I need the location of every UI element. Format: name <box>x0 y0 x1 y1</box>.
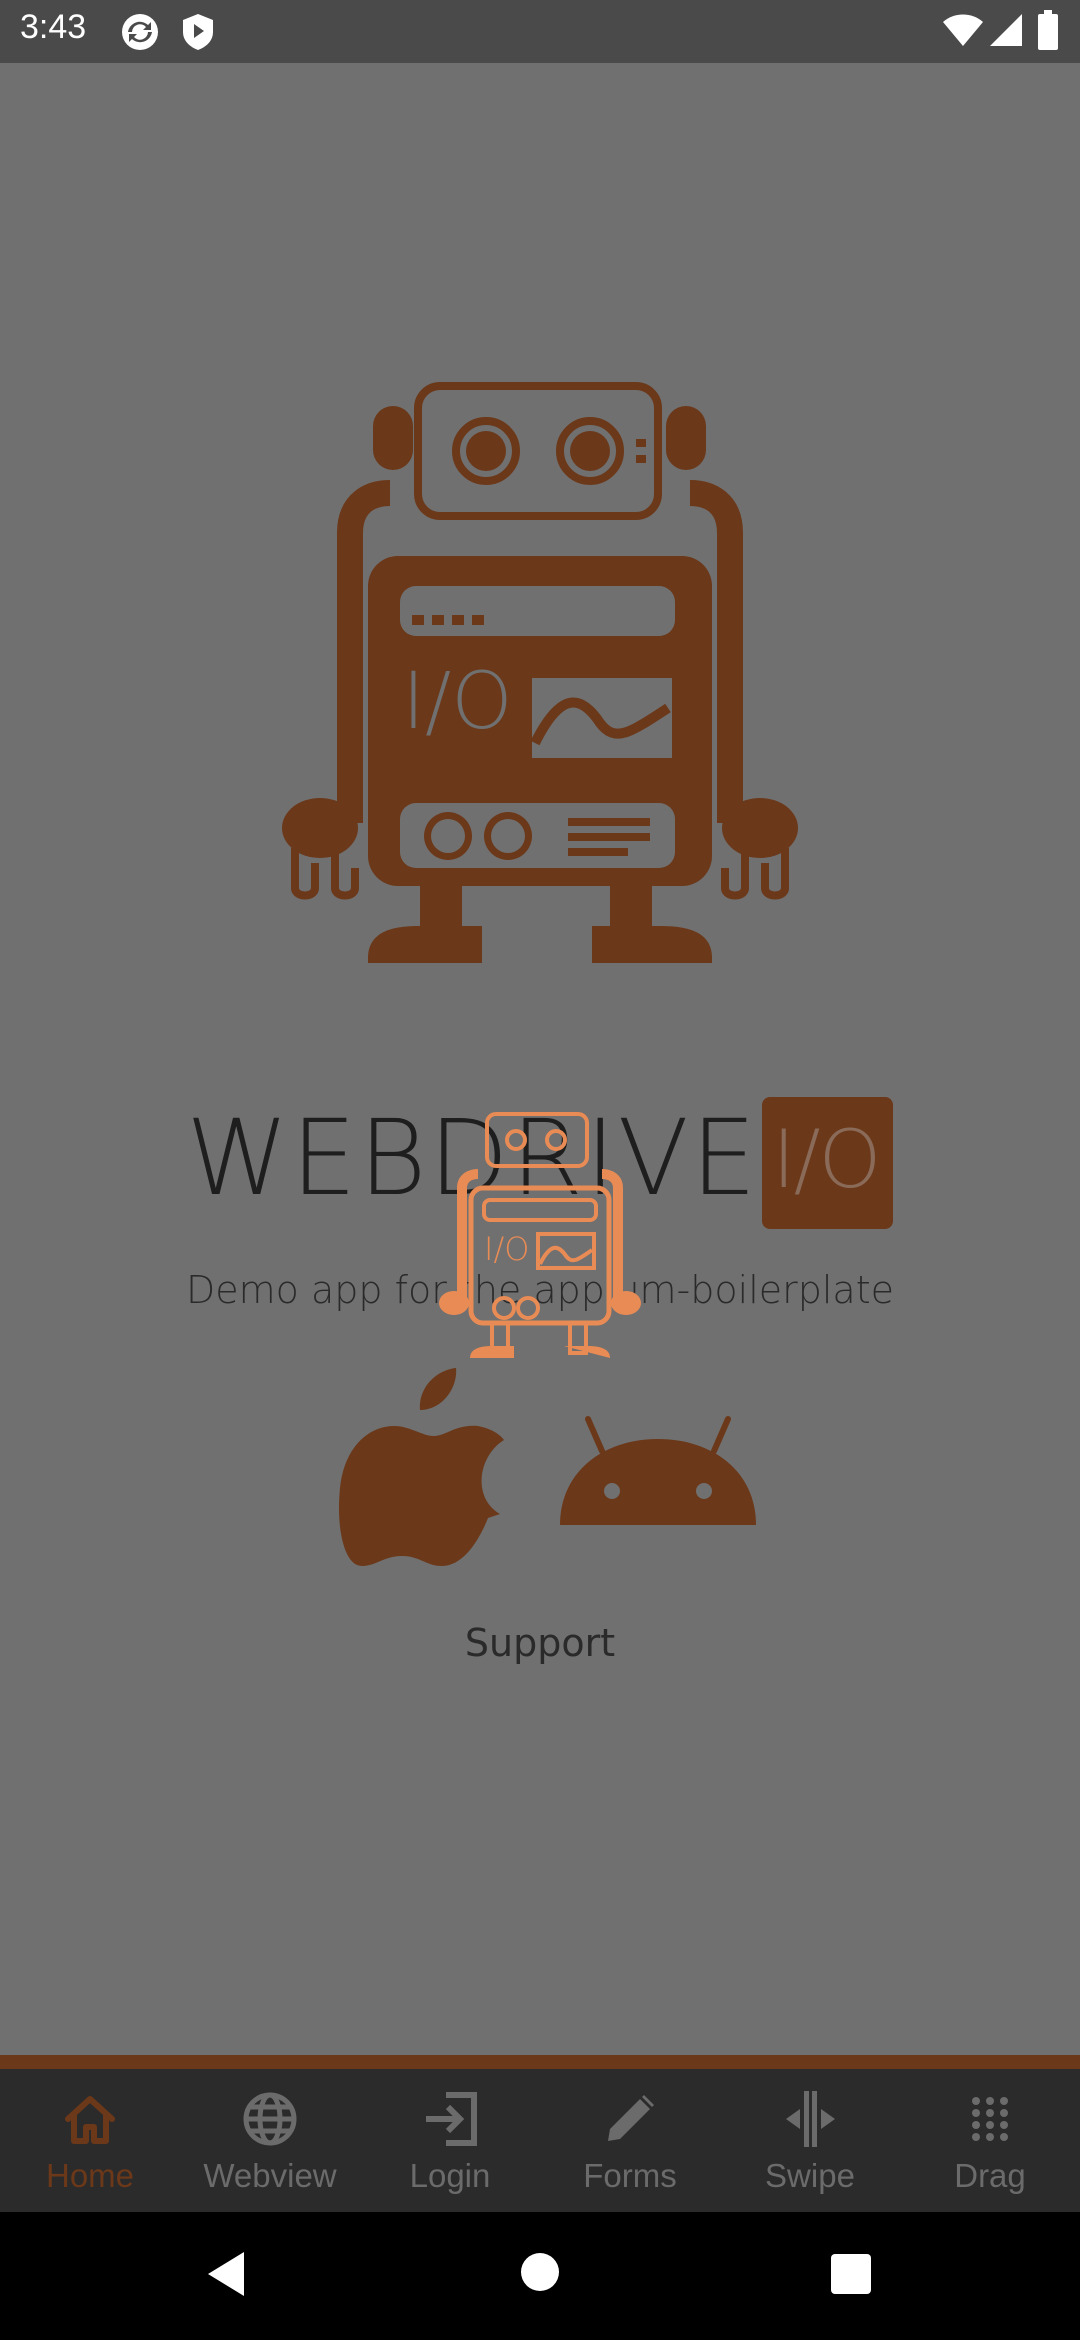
tab-label: Home <box>45 2157 135 2194</box>
recents-icon[interactable] <box>831 2254 871 2298</box>
sync-icon <box>120 12 160 56</box>
status-bar: 3:43 <box>0 0 1080 63</box>
shield-icon <box>180 12 216 56</box>
globe-icon <box>242 2087 298 2151</box>
home-screen: I/O WEBDRIVER I/O Demo app for the appiu… <box>0 63 1080 2055</box>
io-badge: I/O <box>762 1097 893 1229</box>
tab-label: Forms <box>583 2157 677 2194</box>
drag-icon <box>970 2087 1010 2151</box>
tab-label: Webview <box>203 2157 337 2194</box>
system-nav-bar <box>0 2212 1080 2340</box>
tab-home[interactable]: Home <box>0 2069 180 2212</box>
battery-icon <box>1038 10 1058 54</box>
loading-robot-icon: I/O <box>432 1108 648 1362</box>
io-badge-label: I/O <box>772 1113 882 1206</box>
tab-forms[interactable]: Forms <box>540 2069 720 2212</box>
back-icon[interactable] <box>204 2250 248 2302</box>
tab-label: Drag <box>954 2157 1026 2194</box>
webdriverio-robot-logo: I/O <box>270 343 810 976</box>
tab-webview[interactable]: Webview <box>180 2069 360 2212</box>
tab-swipe[interactable]: Swipe <box>720 2069 900 2212</box>
support-label[interactable]: Support <box>0 1621 1080 1665</box>
wifi-icon <box>942 14 984 52</box>
tab-bar-accent <box>0 2055 1080 2069</box>
swipe-icon <box>780 2087 840 2151</box>
tab-label: Swipe <box>765 2157 855 2194</box>
pencil-icon <box>602 2087 658 2151</box>
tab-login[interactable]: Login <box>360 2069 540 2212</box>
tab-label: Login <box>409 2157 491 2194</box>
android-icon <box>558 1415 758 1529</box>
tab-drag[interactable]: Drag <box>900 2069 1080 2212</box>
apple-icon <box>338 1368 504 1572</box>
signal-icon <box>990 12 1024 52</box>
login-icon <box>422 2087 478 2151</box>
svg-text:I/O: I/O <box>402 657 513 747</box>
home-icon <box>62 2087 118 2151</box>
svg-text:I/O: I/O <box>484 1230 529 1268</box>
bottom-tab-bar: Home Webview Login Forms Swipe Drag <box>0 2069 1080 2212</box>
status-time: 3:43 <box>20 8 87 46</box>
home-circle-icon[interactable] <box>520 2252 560 2296</box>
